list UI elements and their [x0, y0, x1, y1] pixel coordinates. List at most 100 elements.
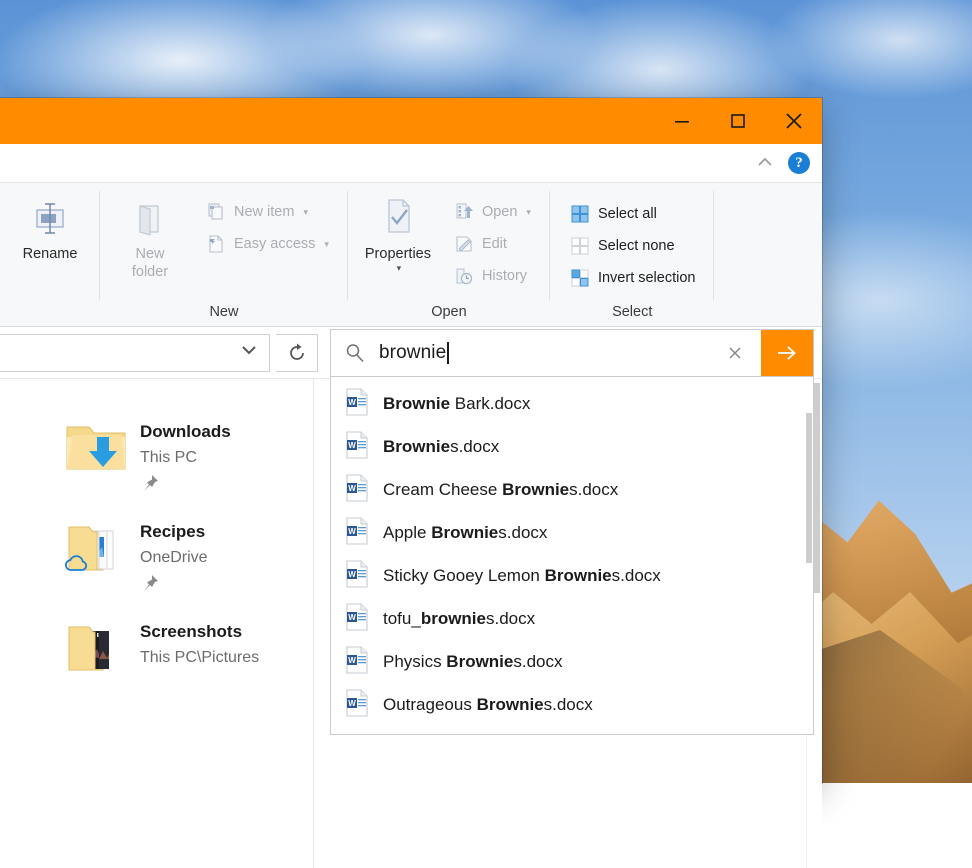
suggestion-label: Physics Brownies.docx: [383, 652, 563, 672]
svg-text:W: W: [348, 527, 356, 536]
close-button[interactable]: [766, 98, 822, 144]
navigation-pane: Downloads This PC: [0, 379, 314, 868]
downloads-folder-icon: [60, 411, 132, 477]
minimize-button[interactable]: [654, 98, 710, 144]
history-icon: [453, 265, 475, 287]
list-item-location: This PC\Pictures: [140, 645, 259, 671]
edit-label: Edit: [482, 236, 507, 252]
new-folder-button[interactable]: New folder: [114, 193, 186, 281]
address-dropdown-button[interactable]: [239, 340, 259, 365]
svg-text:W: W: [348, 613, 356, 622]
chevron-down-icon: [239, 340, 259, 360]
list-item[interactable]: W Cream Cheese Brownies.docx: [331, 469, 813, 512]
ribbon-group-select: Select all Select none: [550, 183, 715, 326]
address-and-search-row: brownie: [0, 327, 822, 379]
easy-access-label: Easy access: [234, 236, 315, 252]
help-button[interactable]: ?: [788, 152, 810, 174]
suggestion-label: Outrageous Brownies.docx: [383, 695, 593, 715]
list-item[interactable]: W Outrageous Brownies.docx: [331, 684, 813, 727]
new-item-label: New item: [234, 204, 294, 220]
ribbon-header-strip: ?: [0, 144, 822, 182]
svg-text:W: W: [348, 484, 356, 493]
suggestion-label: Brownies.docx: [383, 437, 499, 457]
invert-selection-icon: [569, 267, 591, 289]
close-icon: [725, 343, 745, 363]
screenshots-folder-icon: [60, 611, 132, 677]
select-all-icon: [569, 203, 591, 225]
file-explorer-window: ? Rename: [0, 98, 822, 783]
open-button[interactable]: Open ▾: [448, 197, 536, 227]
clear-search-button[interactable]: [709, 343, 761, 363]
easy-access-button[interactable]: Easy access ▾: [200, 229, 334, 259]
ribbon-toolbar: Rename New folder: [0, 182, 822, 327]
edit-button[interactable]: Edit: [448, 229, 536, 259]
easy-access-icon: [205, 233, 227, 255]
ribbon-group-label-new: New: [100, 302, 348, 326]
history-button[interactable]: History: [448, 261, 536, 291]
list-item[interactable]: Screenshots This PC\Pictures: [0, 611, 313, 711]
cliff-wallpaper-detail: [820, 330, 972, 783]
close-icon: [782, 109, 806, 133]
collapse-ribbon-button[interactable]: [752, 150, 778, 176]
suggestion-label: Cream Cheese Brownies.docx: [383, 480, 618, 500]
new-item-icon: [205, 201, 227, 223]
word-doc-icon: W: [345, 603, 369, 636]
list-item[interactable]: W Physics Brownies.docx: [331, 641, 813, 684]
ribbon-group-organize: Rename: [0, 183, 100, 326]
word-doc-icon: W: [345, 388, 369, 421]
list-item[interactable]: W Brownie Bark.docx: [331, 383, 813, 426]
list-item-title: Screenshots: [140, 619, 259, 645]
address-bar[interactable]: [0, 334, 270, 372]
list-item[interactable]: Recipes OneDrive: [0, 511, 313, 611]
suggestion-label: tofu_brownies.docx: [383, 609, 535, 629]
ribbon-group-label-open: Open: [348, 302, 550, 326]
list-item[interactable]: W tofu_brownies.docx: [331, 598, 813, 641]
search-box[interactable]: brownie: [330, 329, 814, 377]
chevron-down-icon: ▾: [397, 263, 402, 274]
svg-text:W: W: [348, 441, 356, 450]
properties-button[interactable]: Properties ▾: [362, 193, 434, 274]
refresh-icon: [286, 342, 308, 364]
svg-text:W: W: [348, 398, 356, 407]
search-area: brownie: [330, 329, 814, 377]
history-label: History: [482, 268, 527, 284]
select-none-label: Select none: [598, 238, 675, 254]
word-doc-icon: W: [345, 560, 369, 593]
search-go-button[interactable]: [761, 330, 813, 376]
ribbon-filler: [714, 183, 822, 326]
select-none-button[interactable]: Select none: [564, 231, 701, 261]
invert-selection-label: Invert selection: [598, 270, 696, 286]
search-input[interactable]: brownie: [379, 342, 709, 364]
ribbon-group-open: Properties ▾: [348, 183, 550, 326]
word-doc-icon: W: [345, 689, 369, 722]
select-all-button[interactable]: Select all: [564, 199, 701, 229]
list-item[interactable]: W Sticky Gooey Lemon Brownies.docx: [331, 555, 813, 598]
search-input-value: brownie: [379, 342, 446, 364]
chevron-up-icon: [755, 153, 775, 173]
rename-button[interactable]: Rename: [14, 193, 86, 263]
suggestion-label: Sticky Gooey Lemon Brownies.docx: [383, 566, 661, 586]
chevron-down-icon: ▾: [303, 207, 308, 218]
svg-text:W: W: [348, 570, 356, 579]
list-item[interactable]: Downloads This PC: [0, 411, 313, 511]
maximize-button[interactable]: [710, 98, 766, 144]
open-label: Open: [482, 204, 517, 220]
new-item-button[interactable]: New item ▾: [200, 197, 334, 227]
chevron-down-icon: ▾: [324, 239, 329, 250]
word-doc-icon: W: [345, 517, 369, 550]
word-doc-icon: W: [345, 431, 369, 464]
rename-label: Rename: [23, 245, 78, 263]
list-item-location: This PC: [140, 445, 231, 471]
list-item[interactable]: W Brownies.docx: [331, 426, 813, 469]
new-folder-label: New folder: [132, 245, 168, 281]
ribbon-group-label-select: Select: [550, 302, 715, 326]
search-icon: [331, 342, 379, 364]
dropdown-scrollbar[interactable]: [806, 383, 812, 723]
refresh-button[interactable]: [276, 334, 318, 372]
invert-selection-button[interactable]: Invert selection: [564, 263, 701, 293]
dropdown-scrollbar-thumb[interactable]: [806, 413, 812, 563]
title-bar: [0, 98, 822, 144]
list-item-location: OneDrive: [140, 545, 208, 571]
text-cursor: [447, 342, 449, 364]
list-item[interactable]: W Apple Brownies.docx: [331, 512, 813, 555]
